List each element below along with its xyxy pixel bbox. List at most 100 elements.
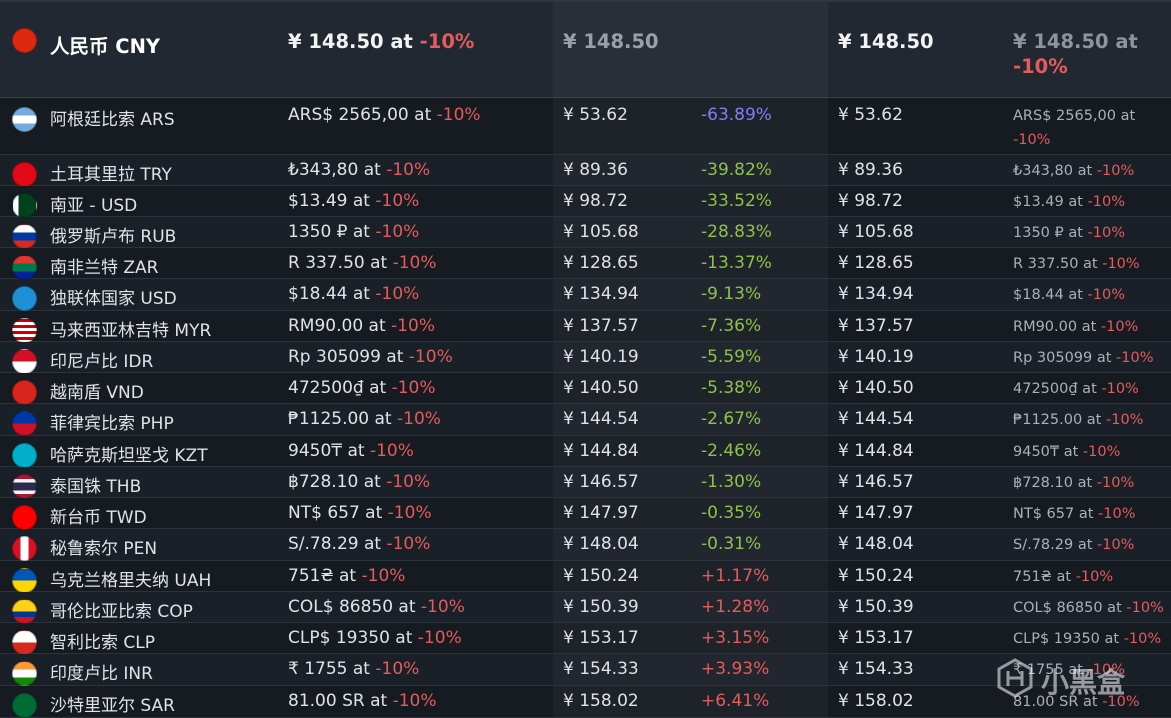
cny-price-2: ¥ 158.02 [838, 691, 914, 711]
flag-icon [12, 411, 37, 436]
currency-name: 沙特里亚尔 SAR [50, 696, 175, 716]
local-price-cell: ARS$ 2565,00 at -10% [275, 98, 553, 154]
percent-diff-cell: +6.41% [691, 686, 828, 717]
currency-name: 秘鲁索尔 PEN [50, 539, 158, 559]
cny-price: ¥ 105.68 [563, 222, 639, 242]
small-price: NT$ 657 at -10% [1013, 506, 1136, 522]
currency-name: 南非兰特 ZAR [50, 258, 159, 278]
currency-name: 哥伦比亚比索 COP [50, 602, 193, 622]
currency-cell: 哥伦比亚比索 COP [0, 592, 275, 624]
small-price-cell: ₱1125.00 at -10% [1003, 404, 1171, 435]
flag-icon [12, 107, 37, 132]
cny-price-2-cell: ¥ 105.68 [828, 217, 1003, 247]
local-price-cell: ₺343,80 at -10% [275, 155, 553, 185]
cny-price-cell: ¥ 140.50 [553, 373, 691, 403]
percent-diff: -39.82% [701, 160, 772, 180]
percent-diff: +1.28% [701, 597, 770, 617]
percent-diff-cell: -63.89% [691, 98, 828, 154]
table-row: 新台币 TWD NT$ 657 at -10% ¥ 147.97 -0.35% ¥ 14… [0, 498, 1171, 530]
header-row: 人民币 CNY ¥ 148.50 at -10% ¥ 148.50 ¥ 148.… [0, 0, 1171, 98]
flag-icon [12, 380, 37, 405]
cny-price-2-cell: ¥ 53.62 [828, 98, 1003, 154]
flag-icon [12, 474, 37, 499]
small-price: ₱1125.00 at -10% [1013, 412, 1144, 428]
flag-icon [12, 599, 37, 624]
currency-name: 俄罗斯卢布 RUB [50, 227, 177, 247]
small-price-cell: ฿728.10 at -10% [1003, 467, 1171, 497]
cny-price-2: ¥ 154.33 [838, 659, 914, 679]
currency-name: 智利比索 CLP [50, 633, 155, 653]
watermark-text: 小黑盒 [1041, 666, 1126, 699]
cny-price: ¥ 158.02 [563, 691, 639, 711]
small-price-cell: ARS$ 2565,00 at -10% [1003, 98, 1171, 154]
percent-diff: -33.52% [701, 191, 772, 211]
currency-cell: 沙特里亚尔 SAR [0, 686, 275, 718]
header-cny2: ¥ 148.50 [838, 30, 934, 53]
cny-price-2-cell: ¥ 146.57 [828, 467, 1003, 497]
cny-price: ¥ 144.54 [563, 409, 639, 429]
small-price-cell: 751₴ at -10% [1003, 561, 1171, 591]
cny-price-2-cell: ¥ 140.50 [828, 373, 1003, 403]
cny-price: ¥ 53.62 [563, 105, 628, 125]
currency-cell: 独联体国家 USD [0, 279, 275, 311]
flag-icon [12, 536, 37, 561]
currency-name: 乌克兰格里夫纳 UAH [50, 571, 212, 591]
table-row: 哥伦比亚比索 COP COL$ 86850 at -10% ¥ 150.39 +1.2… [0, 592, 1171, 624]
watermark: 小黑盒 [995, 655, 1165, 705]
currency-cell: 智利比索 CLP [0, 623, 275, 655]
small-price: COL$ 86850 at -10% [1013, 600, 1164, 616]
cny-price-2-cell: ¥ 128.65 [828, 248, 1003, 278]
cny-price-2: ¥ 147.97 [838, 503, 914, 523]
percent-diff: +3.93% [701, 659, 770, 679]
percent-diff-cell: -13.37% [691, 248, 828, 278]
currency-cell: 南亚 - USD [0, 186, 275, 218]
table-row: 哈萨克斯坦坚戈 KZT 9450₸ at -10% ¥ 144.84 -2.46% ¥ … [0, 436, 1171, 468]
percent-diff: -1.30% [701, 472, 762, 492]
currency-cell: 南非兰特 ZAR [0, 248, 275, 280]
cny-price-2-cell: ¥ 98.72 [828, 186, 1003, 216]
cny-price: ¥ 134.94 [563, 284, 639, 304]
local-price-cell: RM90.00 at -10% [275, 311, 553, 341]
currency-name: 印尼卢比 IDR [50, 352, 154, 372]
local-price-cell: 751₴ at -10% [275, 561, 553, 591]
flag-icon [12, 224, 37, 249]
cny-price-cell: ¥ 137.57 [553, 311, 691, 341]
small-price: 472500₫ at -10% [1013, 381, 1139, 397]
header-currency-name: 人民币 CNY [50, 35, 161, 58]
percent-diff-cell: -2.46% [691, 436, 828, 466]
table-row: 南非兰特 ZAR R 337.50 at -10% ¥ 128.65 -13.37% ¥… [0, 248, 1171, 280]
local-price-cell: $18.44 at -10% [275, 279, 553, 310]
cny-price-2-cell: ¥ 150.24 [828, 561, 1003, 591]
local-price: $13.49 at -10% [288, 191, 420, 211]
flag-icon [12, 661, 37, 686]
percent-diff: -63.89% [701, 105, 772, 125]
percent-diff-cell: -28.83% [691, 217, 828, 247]
cny-price-cell: ¥ 154.33 [553, 654, 691, 685]
small-price: RM90.00 at -10% [1013, 319, 1139, 335]
currency-cell: 新台币 TWD [0, 498, 275, 530]
flag-icon [12, 28, 37, 53]
header-small: ¥ 148.50 at -10% [1013, 30, 1138, 78]
cny-price-2: ¥ 98.72 [838, 191, 903, 211]
percent-diff-cell: -9.13% [691, 279, 828, 310]
cny-price-2: ¥ 137.57 [838, 316, 914, 336]
local-price: $18.44 at -10% [288, 284, 420, 304]
cny-price-2: ¥ 144.54 [838, 409, 914, 429]
currency-name: 菲律宾比索 PHP [50, 414, 174, 434]
small-price: CLP$ 19350 at -10% [1013, 631, 1162, 647]
header-cny-cell: ¥ 148.50 [553, 2, 691, 97]
currency-name: 马来西亚林吉特 MYR [50, 321, 212, 341]
local-price-cell: R 337.50 at -10% [275, 248, 553, 278]
small-price-cell: $18.44 at -10% [1003, 279, 1171, 310]
percent-diff: -2.46% [701, 441, 762, 461]
flag-icon [12, 568, 37, 593]
small-price-cell: COL$ 86850 at -10% [1003, 592, 1171, 622]
percent-diff-cell: +3.15% [691, 623, 828, 653]
percent-diff: -0.31% [701, 534, 762, 554]
currency-name: 新台币 TWD [50, 508, 147, 528]
small-price-cell: 472500₫ at -10% [1003, 373, 1171, 403]
local-price-cell: 9450₸ at -10% [275, 436, 553, 466]
price-comparison-table: 人民币 CNY ¥ 148.50 at -10% ¥ 148.50 ¥ 148.… [0, 0, 1171, 718]
cny-price-cell: ¥ 153.17 [553, 623, 691, 653]
small-price-cell: ₺343,80 at -10% [1003, 155, 1171, 185]
